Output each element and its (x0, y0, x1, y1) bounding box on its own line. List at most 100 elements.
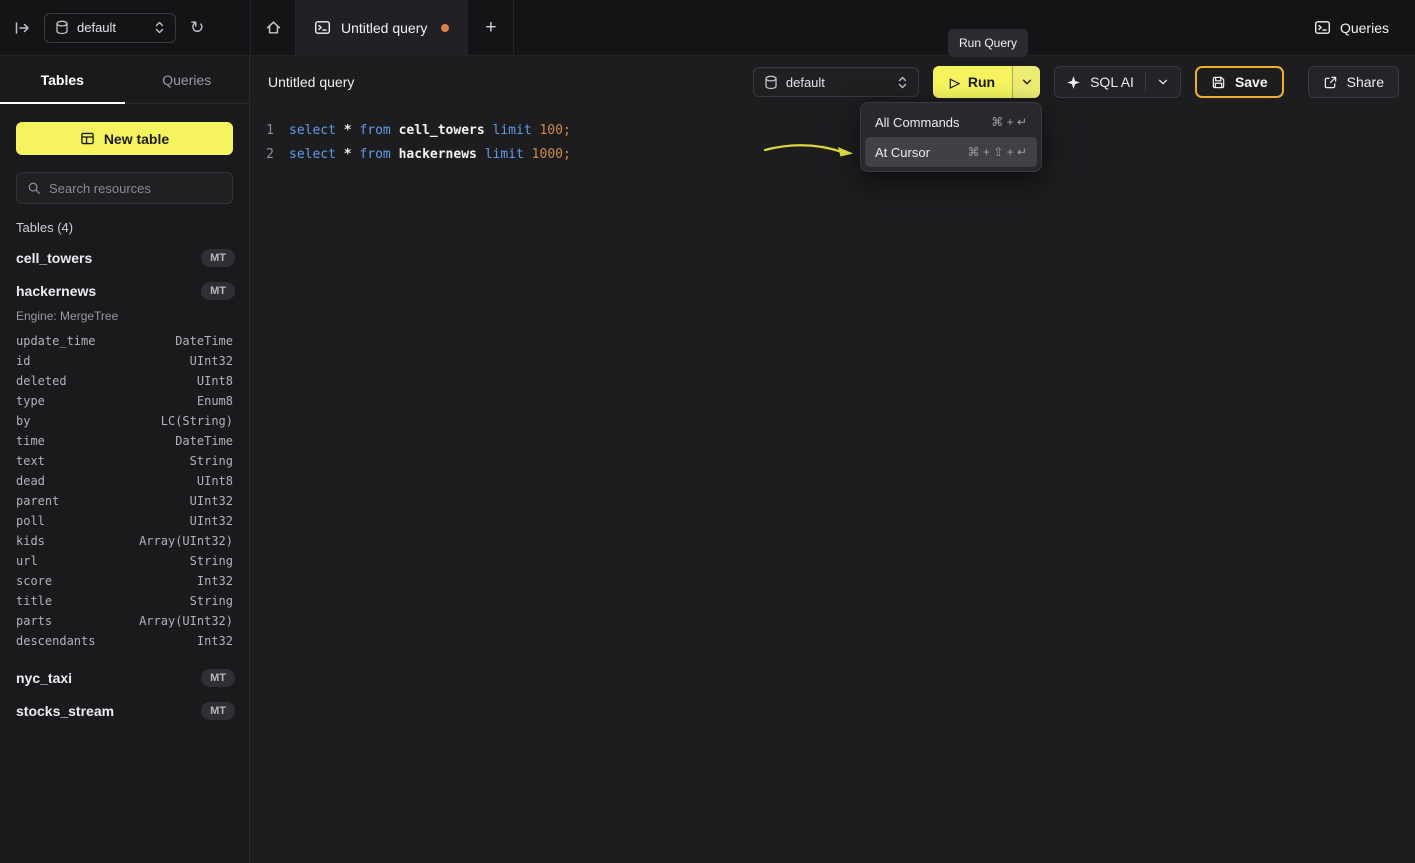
queries-button-label: Queries (1340, 20, 1389, 36)
code-line[interactable]: 2select * from hackernews limit 1000; (250, 142, 1415, 166)
column-row[interactable]: parent UInt32 (0, 491, 249, 511)
tables-list: cell_towersMThackernewsMTEngine: MergeTr… (0, 241, 249, 727)
column-name: descendants (16, 634, 95, 648)
menu-item-at-cursor[interactable]: At Cursor ⌘ + ⇧ + ↵ (865, 137, 1037, 167)
queries-button[interactable]: Queries (1314, 19, 1389, 36)
column-row[interactable]: descendants Int32 (0, 631, 249, 651)
column-type: String (190, 554, 233, 568)
column-name: time (16, 434, 45, 448)
column-row[interactable]: id UInt32 (0, 351, 249, 371)
query-database-selector[interactable]: default (753, 67, 919, 97)
code-token: 100 (539, 123, 562, 138)
column-name: poll (16, 514, 45, 528)
column-row[interactable]: dead UInt8 (0, 471, 249, 491)
run-split-button: ▷ Run (933, 66, 1040, 98)
code-token: ; (563, 147, 571, 162)
column-type: UInt32 (190, 494, 233, 508)
menu-item-label: At Cursor (875, 145, 930, 160)
table-row[interactable]: stocks_streamMT (0, 694, 249, 727)
code-line[interactable]: 1select * from cell_towers limit 100; (250, 118, 1415, 142)
column-row[interactable]: update_timeDateTime (0, 331, 249, 351)
column-type: DateTime (175, 334, 233, 348)
line-number: 1 (250, 123, 274, 138)
save-button[interactable]: Save (1195, 66, 1284, 98)
main-panel: Untitled query default ▷ Run (250, 56, 1415, 863)
column-name: title (16, 594, 52, 608)
code-text: select * from hackernews limit 1000; (289, 147, 571, 162)
chevron-down-icon[interactable] (1157, 76, 1169, 88)
column-row[interactable]: deletedUInt8 (0, 371, 249, 391)
share-button[interactable]: Share (1308, 66, 1399, 98)
column-row[interactable]: kidsArray(UInt32) (0, 531, 249, 551)
code-token (336, 147, 344, 162)
sidebar-tab-tables[interactable]: Tables (0, 56, 125, 103)
column-row[interactable]: textString (0, 451, 249, 471)
topbar-left: default ↻ (0, 0, 250, 55)
updown-chevron-icon (897, 75, 908, 90)
unsaved-indicator-dot (441, 24, 449, 32)
run-button-label: Run (968, 74, 995, 90)
code-token (477, 147, 485, 162)
home-icon (265, 19, 282, 36)
sql-ai-button[interactable]: SQL AI (1054, 66, 1181, 98)
column-name: id (16, 354, 30, 368)
column-name: kids (16, 534, 45, 548)
code-token: limit (485, 147, 524, 162)
column-type: String (190, 454, 233, 468)
column-type: LC(String) (161, 414, 233, 428)
column-name: dead (16, 474, 45, 488)
column-name: url (16, 554, 38, 568)
code-token: limit (493, 123, 532, 138)
updown-chevron-icon (154, 20, 165, 35)
database-icon (764, 75, 778, 90)
column-type: DateTime (175, 434, 233, 448)
table-name: hackernews (16, 283, 96, 299)
code-token: from (359, 123, 390, 138)
run-options-button[interactable] (1012, 66, 1040, 98)
tab-untitled-query[interactable]: Untitled query (296, 0, 468, 55)
column-row[interactable]: url String (0, 551, 249, 571)
search-icon (27, 181, 41, 195)
column-row[interactable]: partsArray(UInt32) (0, 611, 249, 631)
column-type: String (190, 594, 233, 608)
topbar-right: Queries (1314, 0, 1415, 55)
column-row[interactable]: time DateTime (0, 431, 249, 451)
sidebar-tab-queries[interactable]: Queries (125, 56, 250, 103)
sparkle-icon (1066, 75, 1081, 90)
new-table-button[interactable]: New table (16, 122, 233, 155)
column-row[interactable]: byLC(String) (0, 411, 249, 431)
column-name: type (16, 394, 45, 408)
tab-strip: Untitled query + (250, 0, 514, 55)
sql-editor[interactable]: 1select * from cell_towers limit 100;2se… (250, 108, 1415, 166)
table-row[interactable]: nyc_taxiMT (0, 661, 249, 694)
code-token: * (344, 147, 352, 162)
play-icon: ▷ (950, 76, 960, 89)
tab-label: Untitled query (341, 20, 427, 36)
menu-item-all-commands[interactable]: All Commands ⌘ + ↵ (865, 107, 1037, 137)
column-type: UInt32 (190, 354, 233, 368)
home-tab[interactable] (250, 0, 296, 55)
divider (1145, 73, 1146, 91)
column-name: parts (16, 614, 52, 628)
column-row[interactable]: scoreInt32 (0, 571, 249, 591)
run-button[interactable]: ▷ Run (933, 66, 1012, 98)
refresh-icon[interactable]: ↻ (190, 19, 204, 36)
tables-section-label: Tables (4) (0, 204, 249, 241)
table-row[interactable]: cell_towersMT (0, 241, 249, 274)
search-input[interactable] (49, 181, 222, 196)
column-name: parent (16, 494, 59, 508)
column-type: UInt8 (197, 474, 233, 488)
topbar-spacer (514, 0, 1314, 55)
column-row[interactable]: poll UInt32 (0, 511, 249, 531)
column-type: UInt32 (190, 514, 233, 528)
column-name: deleted (16, 374, 67, 388)
new-tab-button[interactable]: + (468, 0, 514, 55)
column-row[interactable]: typeEnum8 (0, 391, 249, 411)
code-token: select (289, 147, 336, 162)
collapse-sidebar-icon[interactable] (14, 20, 30, 36)
database-selector[interactable]: default (44, 13, 176, 43)
code-token: hackernews (399, 147, 477, 162)
column-row[interactable]: title String (0, 591, 249, 611)
table-row[interactable]: hackernewsMT (0, 274, 249, 307)
column-type: Int32 (197, 634, 233, 648)
